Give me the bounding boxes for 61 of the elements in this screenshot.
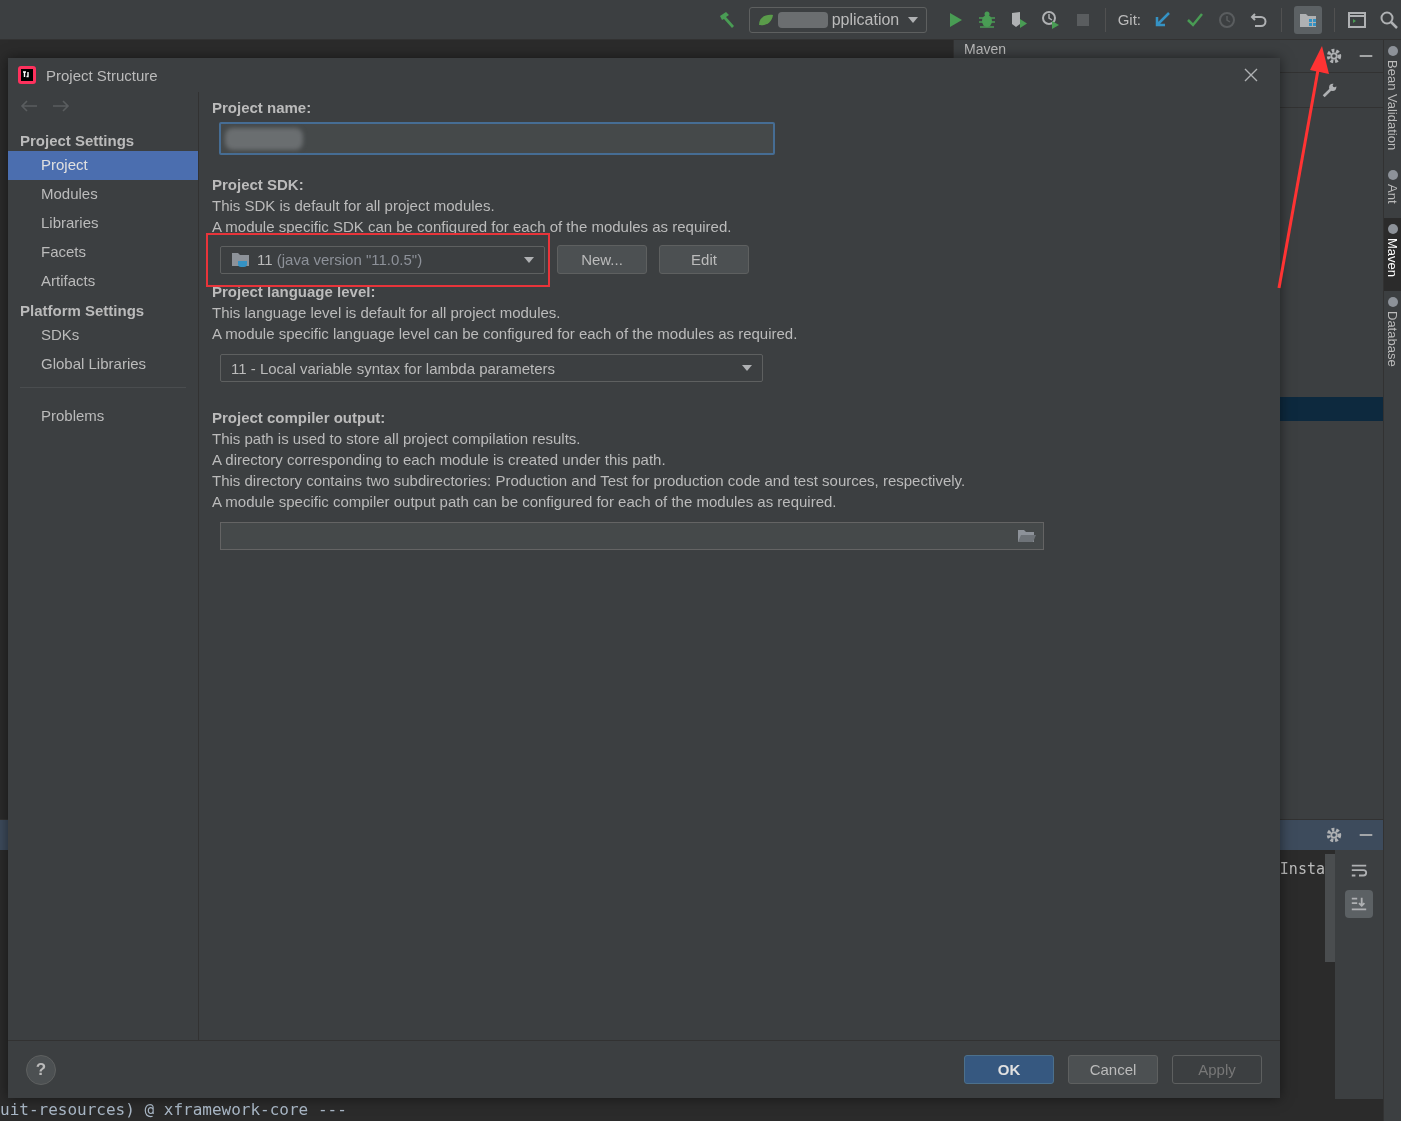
description-text: A module specific compiler output path can be configured for each of the modules as required.: [212, 492, 837, 512]
scrollbar[interactable]: [1325, 854, 1335, 962]
project-structure-button[interactable]: [1294, 5, 1322, 34]
tool-window-tab[interactable]: Maven: [1384, 217, 1401, 291]
section-heading: Platform Settings: [19, 301, 146, 321]
language-level-dropdown[interactable]: 11 - Local variable syntax for lambda parameters: [220, 354, 763, 382]
sidebar-item[interactable]: Modules: [8, 180, 198, 209]
dialog-button[interactable]: Cancel: [1068, 1055, 1158, 1084]
redacted-text: [777, 11, 828, 28]
caret-icon: [907, 16, 918, 23]
scroll-down-icon: [1350, 895, 1368, 913]
settings-icon[interactable]: [1325, 47, 1343, 65]
description-text: A module specific SDK can be configured for each of the modules as required.: [212, 217, 732, 237]
description-text: A directory corresponding to each module is created under this path.: [212, 450, 666, 470]
wrench-icon[interactable]: [1321, 81, 1339, 99]
bug-icon[interactable]: [976, 9, 997, 30]
tool-window-tab[interactable]: Database: [1384, 290, 1401, 381]
output-path-field[interactable]: [220, 522, 1044, 550]
help-button[interactable]: ?: [26, 1054, 56, 1085]
field-label: Project name:: [212, 98, 312, 118]
scroll-to-end-button[interactable]: [1345, 890, 1373, 918]
folder-cup-icon: [231, 250, 251, 269]
folder-icon[interactable]: [1017, 528, 1037, 544]
console-line: Insta: [1279, 860, 1325, 878]
caret-icon: [742, 365, 752, 371]
sidebar-item[interactable]: Artifacts: [8, 267, 198, 296]
app-logo-icon: [17, 65, 37, 85]
field-label: Project compiler output:: [212, 408, 386, 428]
search-icon[interactable]: [1379, 9, 1399, 30]
sidebar-item[interactable]: Global Libraries: [8, 350, 198, 379]
sdk-action-button[interactable]: New...: [557, 245, 647, 274]
panel-title: Maven: [964, 40, 1008, 57]
sidebar-item[interactable]: Facets: [8, 238, 198, 267]
run-configuration-name: pplication: [831, 10, 901, 29]
tool-window-tab[interactable]: Bean Validation: [1384, 40, 1401, 165]
terminal-icon[interactable]: [1347, 9, 1367, 30]
caret-icon: [524, 256, 534, 263]
description-text: This path is used to store all project compilation results.: [212, 429, 581, 449]
sidebar-item[interactable]: Project: [8, 151, 198, 180]
clock-play-icon[interactable]: [1040, 9, 1061, 30]
run-configuration-dropdown[interactable]: pplication: [748, 6, 927, 33]
leaf-icon: [757, 12, 774, 27]
description-text: A module specific language level can be configured for each of the modules as required.: [212, 324, 798, 344]
sidebar-item[interactable]: SDKs: [8, 321, 198, 350]
description-text: This language level is default for all project modules.: [212, 303, 561, 323]
sidebar-item[interactable]: Libraries: [8, 209, 198, 238]
field-label: Project SDK:: [212, 175, 304, 195]
project-name-field[interactable]: [219, 122, 775, 155]
description-text: This SDK is default for all project modules.: [212, 196, 495, 216]
description-text: This directory contains two subdirectories: Production and Test for production code and test sources, respectively.: [212, 471, 966, 491]
git-label: Git:: [1117, 11, 1141, 28]
dialog-button[interactable]: OK: [964, 1055, 1054, 1084]
dialog-title: Project Structure: [46, 66, 159, 84]
field-label: Project language level:: [212, 282, 376, 302]
sdk-action-button[interactable]: Edit: [659, 245, 749, 274]
sidebar-item[interactable]: Problems: [8, 402, 198, 431]
sdk-dropdown[interactable]: 11 (java version "11.0.5"): [220, 245, 545, 274]
settings-icon[interactable]: [1325, 826, 1343, 844]
tool-window-tab[interactable]: Ant: [1384, 164, 1401, 218]
close-icon[interactable]: [1244, 68, 1258, 82]
section-heading: Project Settings: [19, 131, 136, 151]
